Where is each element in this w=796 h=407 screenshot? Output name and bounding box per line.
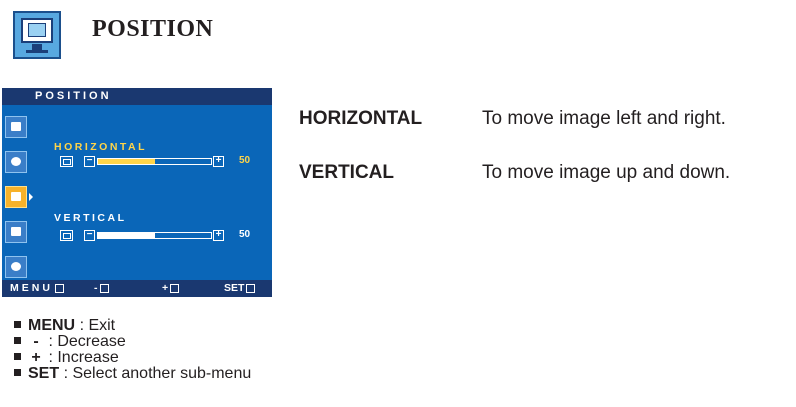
bullet-icon	[14, 321, 21, 329]
horizontal-fill	[98, 159, 155, 164]
osd-bottom-bar: MENU - + SET	[2, 280, 272, 297]
bullet-icon	[14, 337, 21, 345]
legend-item: + : Increase	[14, 350, 251, 366]
set-key-icon	[246, 283, 256, 293]
menu-key[interactable]: MENU	[10, 280, 64, 297]
vertical-position-icon	[60, 230, 73, 241]
effect-icon[interactable]	[5, 256, 27, 278]
bullet-icon	[14, 369, 21, 377]
vertical-fill	[98, 233, 155, 238]
decrease-icon[interactable]: −	[84, 156, 95, 167]
right-arrow-icon	[170, 283, 180, 293]
horizontal-value: 50	[239, 155, 251, 166]
page-title: POSITION	[92, 16, 214, 42]
set-key[interactable]: SET	[224, 280, 256, 297]
legend-item: SET : Select another sub-menu	[14, 366, 251, 382]
position-monitor-icon	[13, 11, 61, 59]
monitor-screen-icon	[21, 18, 53, 43]
horizontal-term: HORIZONTAL	[299, 108, 423, 129]
position-icon[interactable]	[5, 186, 27, 208]
osd-title: POSITION	[2, 88, 272, 105]
key-legend: MENU : Exit - : Decrease + : Increase SE…	[14, 318, 251, 382]
horizontal-position-icon	[60, 156, 73, 167]
osd-main: HORIZONTAL − + 50 VERTICAL − + 50	[32, 105, 272, 280]
vertical-track[interactable]	[97, 232, 212, 239]
horizontal-track[interactable]	[97, 158, 212, 165]
bullet-icon	[14, 353, 21, 361]
horizontal-label: HORIZONTAL	[54, 141, 148, 153]
color-icon[interactable]	[5, 151, 27, 173]
vertical-slider[interactable]: − + 50	[54, 229, 264, 243]
menu-key-icon	[54, 283, 64, 293]
decrease-icon[interactable]: −	[84, 230, 95, 241]
plus-key[interactable]: +	[162, 280, 180, 297]
increase-icon[interactable]: +	[213, 156, 224, 167]
vertical-label: VERTICAL	[54, 212, 127, 224]
vertical-value: 50	[239, 229, 251, 240]
setup-icon[interactable]	[5, 221, 27, 243]
vertical-description: To move image up and down.	[482, 162, 731, 183]
legend-item: - : Decrease	[14, 334, 251, 350]
osd-sidebar	[2, 105, 33, 280]
picture-icon[interactable]	[5, 116, 27, 138]
increase-icon[interactable]: +	[213, 230, 224, 241]
legend-item: MENU : Exit	[14, 318, 251, 334]
left-arrow-icon	[99, 283, 109, 293]
osd-panel: POSITION HORIZONTAL − + 50 VERTICAL − +	[2, 88, 272, 297]
minus-key[interactable]: -	[94, 280, 109, 297]
vertical-term: VERTICAL	[299, 162, 394, 183]
horizontal-description: To move image left and right.	[482, 108, 726, 129]
horizontal-slider[interactable]: − + 50	[54, 155, 264, 169]
